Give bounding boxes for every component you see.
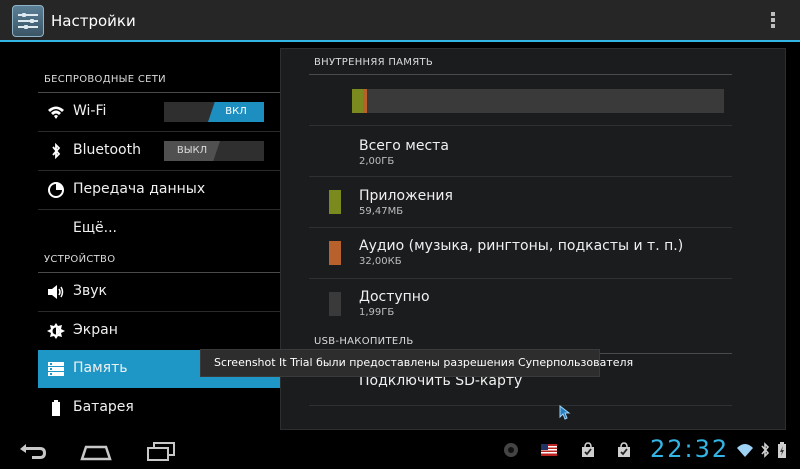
section-header-device: УСТРОЙСТВО (44, 254, 116, 265)
brightness-icon (47, 323, 65, 339)
sidebar-item-label: Батарея (73, 399, 134, 415)
audio-value: 32,00КБ (359, 256, 402, 267)
apps-value: 59,47МБ (359, 206, 404, 217)
storage-icon (48, 362, 64, 376)
bluetooth-toggle[interactable]: ВЫКЛ (164, 141, 264, 161)
wifi-signal-icon (737, 444, 753, 457)
list-divider (309, 125, 732, 126)
section-header-wireless: БЕСПРОВОДНЫЕ СЕТИ (44, 74, 166, 85)
apps-label[interactable]: Приложения (359, 188, 453, 204)
bluetooth-icon (52, 143, 61, 159)
home-icon[interactable] (76, 437, 116, 465)
list-divider (309, 176, 732, 177)
list-divider (309, 405, 732, 406)
battery-icon (52, 400, 60, 416)
overflow-menu-icon[interactable] (770, 12, 776, 30)
usb-storage-header: USB-НАКОПИТЕЛЬ (314, 336, 414, 347)
battery-icon (778, 442, 786, 458)
bluetooth-icon (761, 442, 770, 458)
bag-check-icon (582, 442, 594, 457)
total-space-label: Всего места (359, 138, 449, 154)
apps-color-swatch (329, 190, 341, 214)
total-space-value: 2,00ГБ (359, 156, 395, 167)
usage-bar-audio (363, 89, 367, 113)
usage-bar-apps (352, 89, 363, 113)
storage-usage-bar (352, 89, 724, 113)
sidebar-item-more[interactable]: Ещё... (38, 210, 280, 248)
audio-label[interactable]: Аудио (музыка, рингтоны, подкасты и т. п… (359, 238, 683, 254)
back-icon[interactable] (12, 437, 52, 465)
sidebar-item-label: Звук (73, 283, 107, 299)
mouse-cursor-icon (559, 405, 571, 420)
system-bar: 22:32 (0, 431, 800, 469)
data-usage-icon (48, 182, 64, 198)
toggle-off-label: ВЫКЛ (164, 141, 220, 161)
wifi-icon (48, 106, 64, 119)
sidebar-item-battery[interactable]: Батарея (38, 389, 280, 427)
sidebar-item-label: Bluetooth (73, 142, 141, 158)
app-title: Настройки (51, 12, 136, 30)
action-bar: Настройки (0, 0, 800, 42)
list-divider (309, 227, 732, 228)
sidebar-item-label: Передача данных (73, 181, 206, 197)
wifi-toggle[interactable]: ВКЛ (164, 102, 264, 122)
us-flag-icon (541, 444, 557, 456)
available-value: 1,99ГБ (359, 307, 395, 318)
bag-check-icon (618, 442, 630, 457)
sidebar-item-data-usage[interactable]: Передача данных (38, 171, 280, 209)
available-label: Доступно (359, 289, 430, 305)
sidebar-item-sound[interactable]: Звук (38, 273, 280, 311)
sidebar-item-wifi[interactable]: Wi-Fi ВКЛ (38, 93, 280, 131)
audio-color-swatch (329, 241, 341, 265)
record-icon (504, 443, 518, 457)
speaker-icon (48, 285, 64, 299)
available-color-swatch (329, 292, 341, 316)
list-divider (309, 278, 732, 279)
section-divider (309, 74, 732, 75)
sidebar-item-label: Wi-Fi (73, 103, 107, 119)
sidebar-item-bluetooth[interactable]: Bluetooth ВЫКЛ (38, 132, 280, 170)
sidebar-item-label: Экран (73, 322, 118, 338)
toast-message: Screenshot It Trial были предоставлены р… (200, 349, 633, 377)
sidebar-item-display[interactable]: Экран (38, 312, 280, 350)
sidebar-item-label: Ещё... (73, 220, 117, 236)
sidebar-item-label: Память (73, 360, 128, 376)
status-clock: 22:32 (650, 435, 730, 463)
internal-storage-header: ВНУТРЕННЯЯ ПАМЯТЬ (314, 57, 434, 68)
settings-sliders-icon[interactable] (12, 5, 44, 37)
recents-icon[interactable] (142, 437, 182, 465)
toggle-on-label: ВКЛ (208, 102, 264, 122)
